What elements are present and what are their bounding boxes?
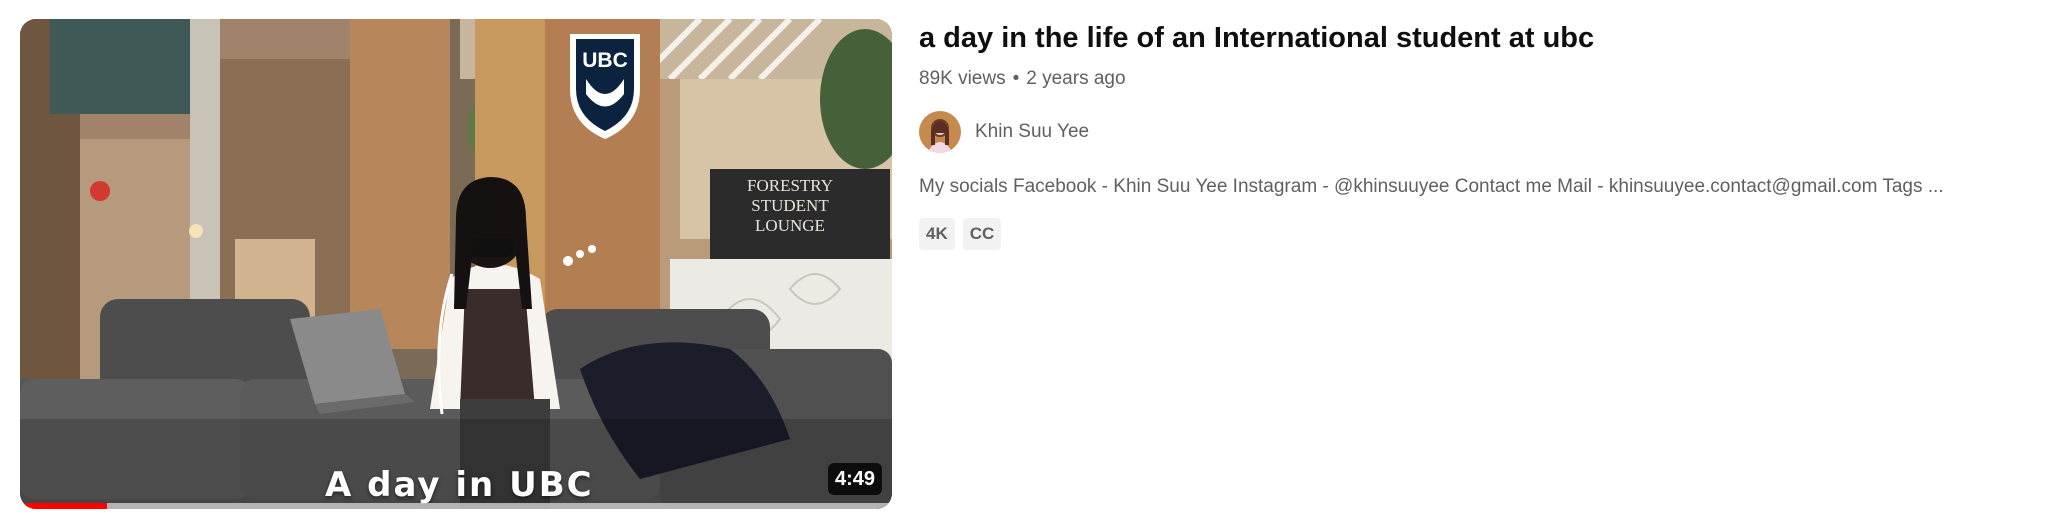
badge-4k: 4K — [919, 218, 955, 250]
video-result-row[interactable]: FORESTRY STUDENT LOUNGE UBC A day in UBC… — [0, 0, 2048, 525]
upload-age: 2 years ago — [1026, 68, 1126, 89]
channel-avatar[interactable] — [919, 111, 961, 153]
watch-progress-track — [20, 503, 892, 509]
watch-progress-fill — [20, 503, 108, 509]
sign-line: FORESTRY — [747, 176, 833, 195]
channel-name[interactable]: Khin Suu Yee — [975, 121, 1089, 143]
avatar-image — [919, 111, 961, 153]
description-snippet: My socials Facebook - Khin Suu Yee Insta… — [919, 176, 1944, 197]
badge-list: 4K CC — [919, 218, 2029, 250]
thumbnail-caption-text: A day in UBC — [325, 465, 594, 505]
duration-badge: 4:49 — [827, 463, 882, 495]
video-metadata: 89K views • 2 years ago — [919, 66, 2029, 92]
video-title-link[interactable]: a day in the life of an International st… — [919, 18, 2029, 58]
ubc-logo-text: UBC — [582, 49, 628, 72]
view-count: 89K views — [919, 68, 1006, 89]
meta-separator: • — [1012, 68, 1020, 89]
video-details: a day in the life of an International st… — [919, 18, 2029, 250]
sign-line: LOUNGE — [755, 216, 825, 235]
channel-link[interactable]: Khin Suu Yee — [919, 110, 2029, 154]
video-thumbnail[interactable]: FORESTRY STUDENT LOUNGE UBC A day in UBC… — [20, 19, 892, 509]
badge-cc: CC — [962, 218, 1002, 250]
sign-line: STUDENT — [751, 196, 829, 215]
thumbnail-scene-image: FORESTRY STUDENT LOUNGE UBC — [20, 19, 892, 509]
